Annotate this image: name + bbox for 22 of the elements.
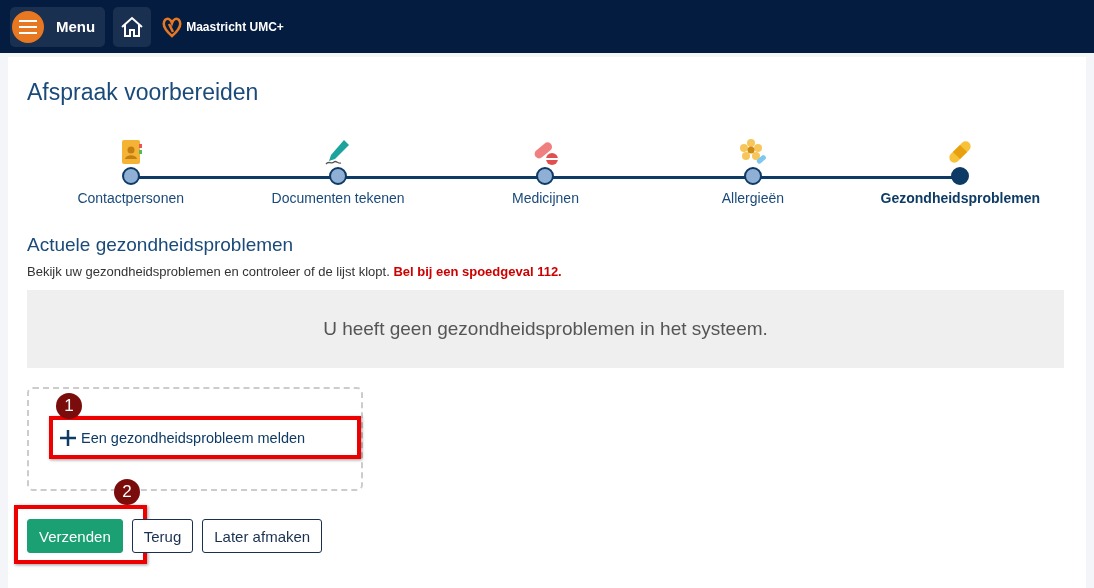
step-marker: 2 (114, 479, 140, 505)
step-label[interactable]: Contactpersonen (77, 190, 184, 206)
home-button[interactable] (113, 6, 152, 47)
menu-button[interactable]: Menu (10, 6, 106, 47)
step-label[interactable]: Gezondheidsproblemen (880, 190, 1040, 206)
secondary-button[interactable]: Terug (131, 519, 194, 553)
heart-logo-icon (161, 15, 184, 38)
flower-icon (738, 138, 767, 166)
empty-message: U heeft geen gezondheidsproblemen in het systeem. (323, 318, 768, 340)
step-label[interactable]: Medicijnen (512, 190, 579, 206)
secondary-button[interactable]: Later afmaken (202, 519, 323, 553)
page-title: Afspraak voorbereiden (27, 79, 260, 106)
brand-name: Maastricht UMC+ (186, 19, 284, 34)
step-label[interactable]: Allergieën (721, 190, 784, 206)
plus-icon (59, 429, 77, 447)
add-link[interactable]: Een gezondheidsprobleem melden (59, 429, 306, 447)
step-marker: 1 (56, 393, 82, 419)
step-label[interactable]: Documenten tekenen (271, 190, 405, 206)
menu-icon (12, 10, 44, 43)
home-icon (120, 15, 145, 38)
section-description: Bekijk uw gezondheidsproblemen en controleer of de lijst klopt. Bel bij een spoedgeval 112. (27, 264, 563, 279)
section-heading: Actuele gezondheidsproblemen (27, 234, 295, 256)
